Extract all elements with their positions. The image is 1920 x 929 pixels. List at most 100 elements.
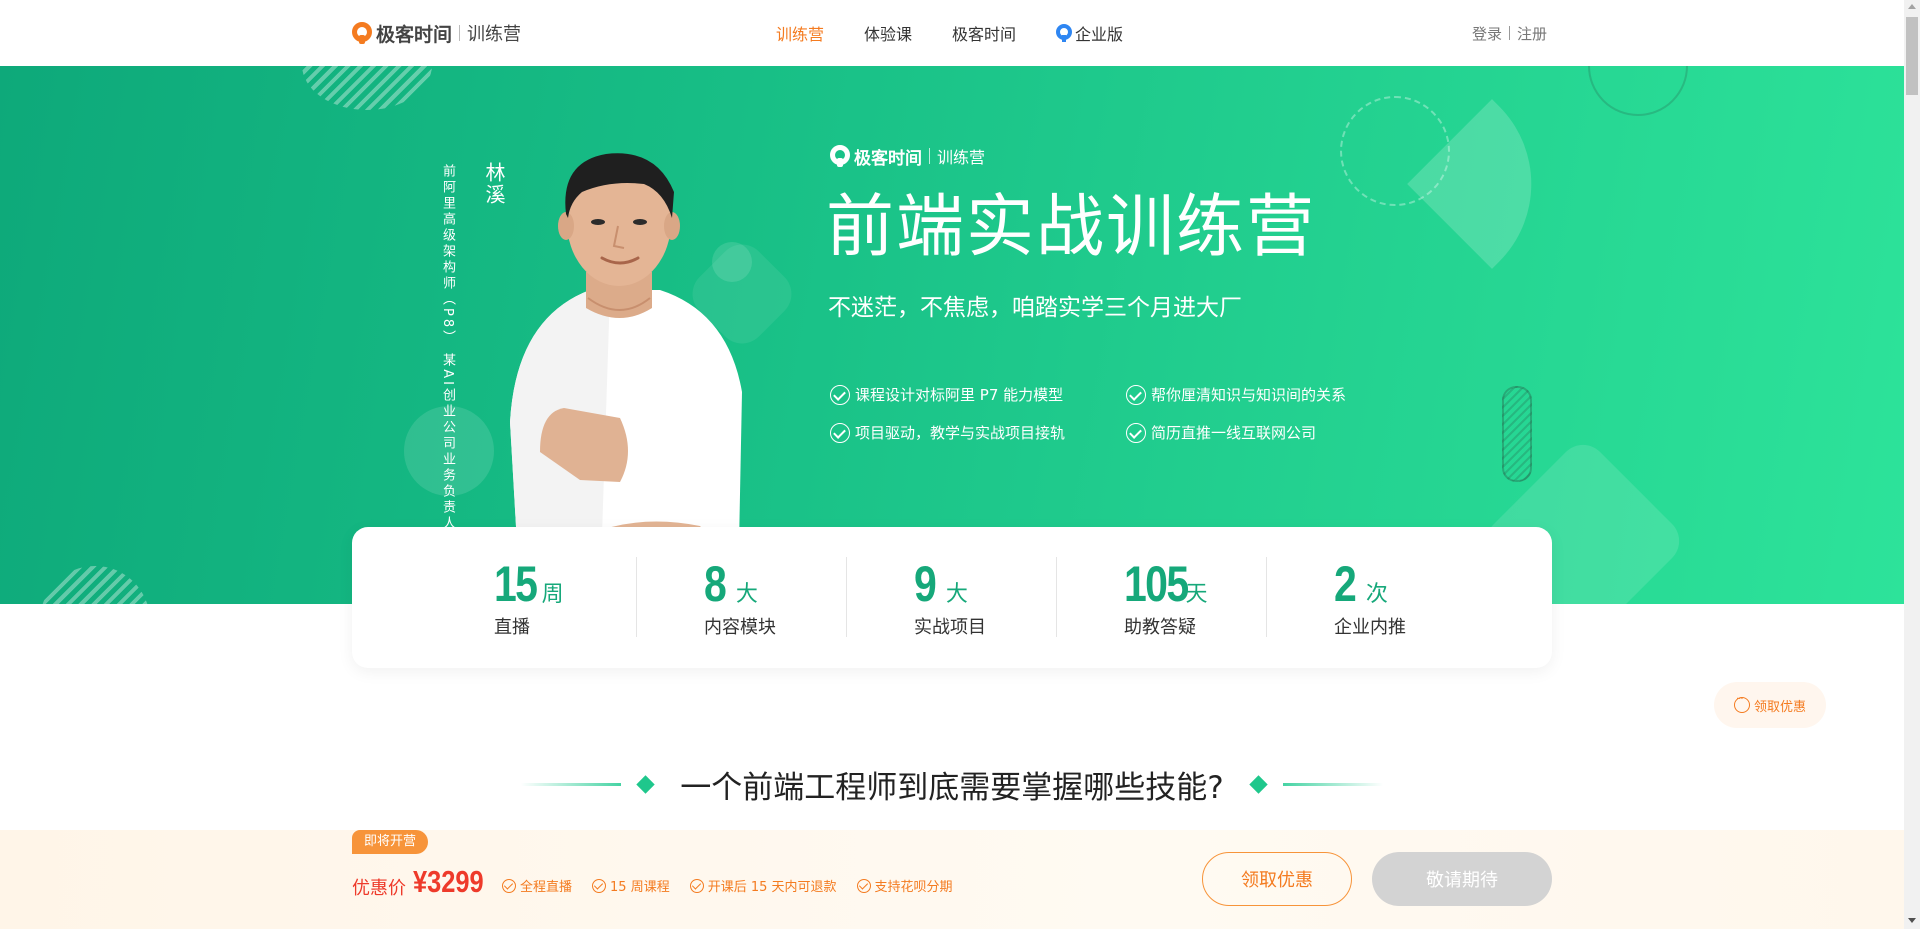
section-heading: 一个前端工程师到底需要掌握哪些技能? bbox=[0, 758, 1904, 810]
perk-item: 全程直播 bbox=[502, 876, 572, 895]
stat-divider bbox=[846, 557, 847, 637]
coming-soon-button[interactable]: 敬请期待 bbox=[1372, 852, 1552, 906]
hero-brand-divider bbox=[929, 148, 930, 164]
feature-item: 帮你厘清知识与知识间的关系 bbox=[1126, 384, 1386, 405]
hero-brand-subtitle: 训练营 bbox=[937, 148, 986, 167]
stat-live: 15 周 直播 bbox=[494, 557, 564, 639]
brand-subtitle: 训练营 bbox=[467, 24, 522, 45]
stat-unit: 大 bbox=[945, 582, 968, 607]
teacher-title-1: 前阿里高级架构师（P8） bbox=[440, 164, 455, 347]
get-coupon-button[interactable]: 领取优惠 bbox=[1202, 852, 1352, 906]
nav-item-enterprise-label: 企业版 bbox=[1075, 25, 1124, 44]
brand-logo-link[interactable]: 极客时间 训练营 bbox=[352, 20, 521, 46]
geektime-logo-icon bbox=[352, 22, 372, 44]
stat-qa-days: 105天 助教答疑 bbox=[1124, 557, 1207, 639]
stat-divider bbox=[1266, 557, 1267, 637]
floating-coupon-label: 领取优惠 bbox=[1753, 699, 1806, 715]
perk-list: 全程直播 15 周课程 开课后 15 天内可退款 支持花呗分期 bbox=[502, 876, 973, 895]
login-link[interactable]: 登录 bbox=[1472, 23, 1502, 44]
heading-line-left bbox=[521, 782, 622, 786]
stat-modules: 8大 内容模块 bbox=[704, 557, 776, 639]
feature-text: 课程设计对标阿里 P7 能力模型 bbox=[855, 386, 1064, 404]
auth-links: 登录 注册 bbox=[1472, 22, 1547, 44]
stat-number: 9 bbox=[914, 556, 937, 612]
stat-number: 15 bbox=[494, 556, 538, 612]
check-circle-icon bbox=[689, 878, 704, 893]
nav-item-bootcamp[interactable]: 训练营 bbox=[776, 22, 824, 44]
check-circle-icon bbox=[592, 878, 607, 893]
stats-card: 15 周 直播 8大 内容模块 9大 实战项目 105天 助教答疑 2次 企业内推 bbox=[352, 527, 1552, 668]
hero-brand-name: 极客时间 bbox=[854, 148, 922, 169]
teacher-title-2: 某AI创业公司业务负责人 bbox=[440, 353, 455, 532]
stat-number: 105 bbox=[1124, 556, 1189, 612]
brand-divider bbox=[459, 25, 461, 41]
decor-stripes-top bbox=[302, 66, 432, 110]
feature-text: 帮你厘清知识与知识间的关系 bbox=[1151, 386, 1347, 404]
perk-text: 全程直播 bbox=[520, 880, 573, 895]
stat-label: 企业内推 bbox=[1334, 617, 1406, 638]
check-circle-icon bbox=[502, 878, 516, 893]
scroll-down-arrow-icon[interactable] bbox=[1908, 918, 1916, 923]
feature-item: 项目驱动，教学与实战项目接轨 bbox=[830, 422, 1126, 443]
teacher-description: 前阿里高级架构师（P8） 某AI创业公司业务负责人 bbox=[437, 164, 457, 532]
brand-name: 极客时间 bbox=[376, 23, 453, 46]
diamond-icon bbox=[1249, 774, 1268, 794]
perk-item: 开课后 15 天内可退款 bbox=[689, 876, 837, 895]
stat-label: 内容模块 bbox=[704, 617, 776, 638]
decor-cylinder bbox=[1502, 386, 1532, 482]
stat-label: 实战项目 bbox=[914, 617, 986, 638]
feature-text: 项目驱动，教学与实战项目接轨 bbox=[855, 424, 1066, 442]
stat-label: 助教答疑 bbox=[1124, 617, 1196, 638]
stat-unit: 大 bbox=[735, 582, 758, 607]
stat-referral: 2次 企业内推 bbox=[1334, 557, 1406, 639]
scroll-up-arrow-icon[interactable] bbox=[1908, 4, 1916, 9]
stat-number: 2 bbox=[1334, 556, 1357, 612]
hero-banner: 林溪 前阿里高级架构师（P8） 某AI创业公司业务负责人 极客时间 训练营 前端… bbox=[0, 66, 1904, 604]
perk-text: 15 周课程 bbox=[610, 880, 670, 895]
chat-bubble-icon bbox=[1733, 694, 1750, 713]
stat-number: 8 bbox=[704, 556, 727, 612]
nav-item-geektime[interactable]: 极客时间 bbox=[952, 22, 1016, 44]
geektime-logo-icon bbox=[830, 145, 850, 167]
stat-projects: 9大 实战项目 bbox=[914, 557, 986, 639]
check-circle-icon bbox=[830, 422, 850, 443]
decor-ring-top-right bbox=[1588, 66, 1688, 116]
decor-stripes-bottom bbox=[40, 566, 150, 604]
stat-divider bbox=[636, 557, 637, 637]
geektime-enterprise-icon bbox=[1056, 24, 1073, 42]
nav-item-enterprise[interactable]: 企业版 bbox=[1056, 22, 1123, 44]
heading-line-right bbox=[1282, 782, 1383, 786]
check-circle-icon bbox=[856, 878, 871, 893]
feature-list: 课程设计对标阿里 P7 能力模型 帮你厘清知识与知识间的关系 项目驱动，教学与实… bbox=[830, 384, 1390, 443]
register-link[interactable]: 注册 bbox=[1517, 23, 1547, 44]
stat-unit: 天 bbox=[1185, 582, 1208, 607]
floating-coupon-button[interactable]: 领取优惠 bbox=[1714, 682, 1826, 728]
hero-title: 前端实战训练营 bbox=[826, 188, 1317, 267]
check-circle-icon bbox=[1126, 384, 1146, 405]
hero-subtitle: 不迷茫，不焦虑，咱踏实学三个月进大厂 bbox=[828, 295, 1242, 321]
main-nav: 训练营 体验课 极客时间 企业版 bbox=[776, 22, 1163, 44]
stat-divider bbox=[1056, 557, 1057, 637]
perk-item: 15 周课程 bbox=[592, 876, 670, 895]
scrollbar-thumb[interactable] bbox=[1906, 17, 1918, 95]
feature-item: 课程设计对标阿里 P7 能力模型 bbox=[830, 384, 1126, 405]
check-circle-icon bbox=[830, 384, 850, 405]
price-value: ¥3299 bbox=[413, 864, 484, 899]
page-scrollbar[interactable] bbox=[1904, 0, 1920, 929]
top-header: 极客时间 训练营 训练营 体验课 极客时间 企业版 登录 注册 bbox=[0, 0, 1904, 66]
opening-soon-badge: 即将开营 bbox=[352, 830, 429, 854]
bottom-purchase-bar: 即将开营 优惠价 ¥3299 全程直播 15 周课程 开课后 15 天内可退款 … bbox=[0, 830, 1904, 929]
perk-text: 开课后 15 天内可退款 bbox=[707, 880, 837, 895]
stat-label: 直播 bbox=[494, 617, 530, 638]
section-title: 一个前端工程师到底需要掌握哪些技能? bbox=[680, 769, 1224, 806]
price-label: 优惠价 bbox=[352, 878, 406, 899]
perk-text: 支持花呗分期 bbox=[874, 880, 953, 895]
auth-divider bbox=[1509, 26, 1511, 40]
perk-item: 支持花呗分期 bbox=[856, 876, 953, 895]
nav-item-trial-course[interactable]: 体验课 bbox=[864, 22, 912, 44]
diamond-icon bbox=[636, 774, 655, 794]
feature-text: 简历直推一线互联网公司 bbox=[1151, 424, 1317, 442]
stat-unit: 周 bbox=[541, 582, 564, 607]
hero-brand: 极客时间 训练营 bbox=[830, 144, 986, 169]
stat-unit: 次 bbox=[1365, 582, 1388, 607]
